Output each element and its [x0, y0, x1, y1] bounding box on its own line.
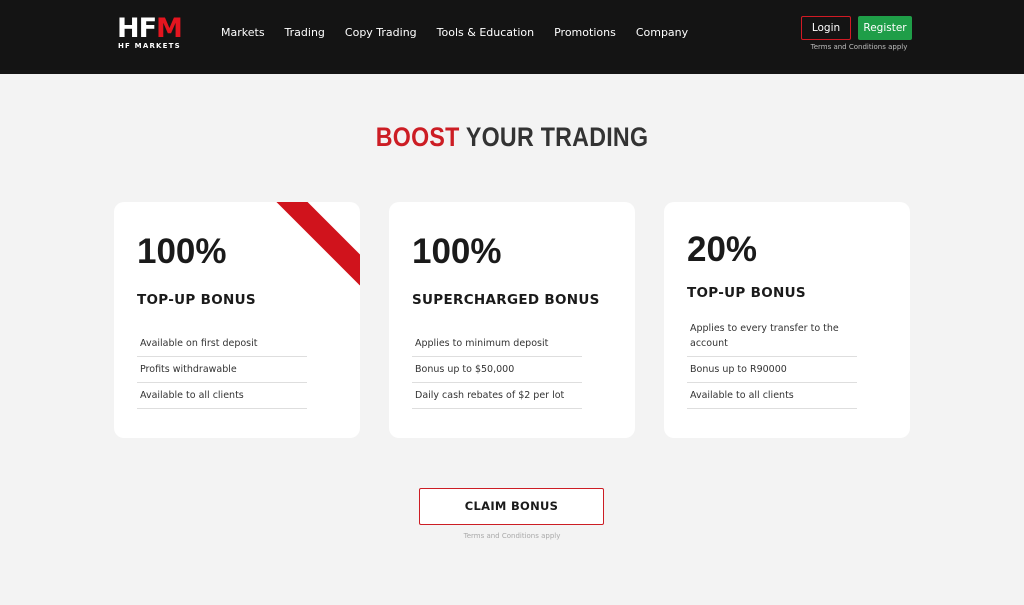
nav-item-trading[interactable]: Trading [285, 25, 325, 41]
claim-terms-link[interactable]: Terms and Conditions apply [0, 532, 1024, 540]
feature-item: Available on first deposit [137, 331, 307, 357]
feature-item: Available to all clients [687, 383, 857, 409]
bonus-card-topup-20: 20% TOP-UP BONUS Applies to every transf… [664, 202, 910, 438]
nav-item-company[interactable]: Company [636, 25, 688, 41]
bonus-card-topup-100: 100% TOP-UP BONUS Available on first dep… [114, 202, 360, 438]
feature-list: Applies to minimum deposit Bonus up to $… [412, 331, 582, 409]
page-title: BOOST YOUR TRADING [72, 120, 953, 154]
bonus-name: SUPERCHARGED BONUS [412, 292, 600, 308]
logo-subtitle: HF MARKETS [118, 42, 181, 50]
feature-item: Bonus up to $50,000 [412, 357, 582, 383]
header-terms-link[interactable]: Terms and Conditions apply [800, 43, 918, 51]
feature-item: Bonus up to R90000 [687, 357, 857, 383]
bonus-name: TOP-UP BONUS [687, 285, 806, 301]
claim-bonus-button[interactable]: CLAIM BONUS [419, 488, 604, 525]
corner-ribbon [270, 202, 360, 286]
bonus-percent: 100% [137, 232, 227, 271]
register-button[interactable]: Register [858, 16, 912, 40]
feature-item: Available to all clients [137, 383, 307, 409]
feature-list: Applies to every transfer to the account… [687, 316, 857, 409]
title-accent: BOOST [375, 122, 460, 152]
feature-item: Profits withdrawable [137, 357, 307, 383]
bonus-percent: 100% [412, 232, 502, 271]
top-header: HFM HF MARKETS Markets Trading Copy Trad… [0, 0, 1024, 74]
nav-item-copy-trading[interactable]: Copy Trading [345, 25, 417, 41]
feature-item: Applies to every transfer to the account [687, 316, 857, 357]
logo-mark: HFM [117, 13, 183, 44]
nav-item-promotions[interactable]: Promotions [554, 25, 616, 41]
login-button[interactable]: Login [801, 16, 851, 40]
nav-item-markets[interactable]: Markets [221, 25, 265, 41]
main-nav: Markets Trading Copy Trading Tools & Edu… [221, 25, 708, 41]
nav-item-tools-education[interactable]: Tools & Education [437, 25, 534, 41]
feature-item: Applies to minimum deposit [412, 331, 582, 357]
bonus-name: TOP-UP BONUS [137, 292, 256, 308]
feature-list: Available on first deposit Profits withd… [137, 331, 307, 409]
title-rest: YOUR TRADING [459, 122, 649, 152]
hfm-logo[interactable]: HFM HF MARKETS [117, 15, 187, 51]
bonus-card-supercharged-100: 100% SUPERCHARGED BONUS Applies to minim… [389, 202, 635, 438]
bonus-percent: 20% [687, 230, 758, 269]
feature-item: Daily cash rebates of $2 per lot [412, 383, 582, 409]
